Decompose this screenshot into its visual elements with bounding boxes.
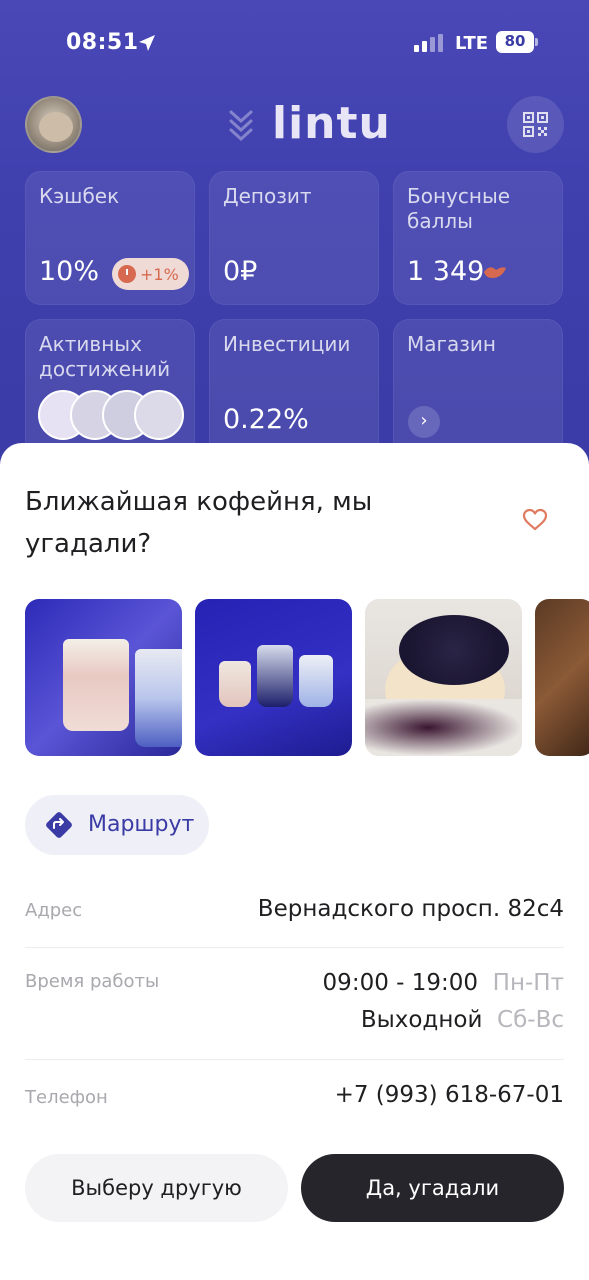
chevron-right-icon[interactable]: ›	[408, 406, 440, 438]
hours-weekday: 09:00 - 19:00 Пн-Пт	[323, 970, 564, 996]
sheet-title: Ближайшая кофейня, мы угадали?	[25, 487, 373, 559]
tile-shop-label: Магазин	[407, 332, 496, 356]
tile-achievements-label: Активных достижений	[39, 332, 171, 381]
hours-weekday-days: Пн-Пт	[492, 970, 564, 996]
cafe-photo[interactable]	[25, 599, 182, 756]
tile-investments[interactable]: Инвестиции 0.22%	[209, 319, 379, 459]
tile-bonus-label: Бонусные баллы	[407, 184, 511, 233]
address-label: Адрес	[25, 900, 83, 921]
network-type: LTE	[455, 33, 489, 54]
battery-icon: 80	[496, 31, 538, 55]
status-bar: 08:51 LTE 80	[0, 0, 589, 88]
achievement-badge	[134, 390, 184, 440]
cafe-photo[interactable]	[365, 599, 522, 756]
tile-bonus[interactable]: Бонусные баллы 1 349	[393, 171, 563, 305]
tile-deposit-value: 0₽	[223, 256, 258, 287]
hours-weekday-time: 09:00 - 19:00	[322, 970, 479, 996]
tile-investments-label: Инвестиции	[223, 332, 351, 356]
bonus-coin-icon	[484, 267, 506, 278]
heart-icon[interactable]	[522, 508, 548, 532]
tile-bonus-value: 1 349	[407, 256, 485, 287]
choose-other-button[interactable]: Выберу другую	[25, 1154, 288, 1222]
phone-label: Телефон	[25, 1087, 108, 1108]
tile-cashback-label: Кэшбек	[39, 184, 120, 208]
cashback-bonus-badge: +1%	[112, 258, 189, 290]
cashback-bonus-value: +1%	[140, 264, 179, 284]
qr-button[interactable]	[507, 96, 564, 153]
battery-level: 80	[504, 32, 526, 50]
route-button[interactable]: Маршрут	[25, 795, 209, 855]
hours-weekend-days: Сб-Вс	[497, 1007, 564, 1033]
app-logo: lintu	[272, 98, 391, 149]
tile-investments-value: 0.22%	[223, 404, 309, 435]
achievement-badges	[38, 390, 188, 442]
tile-cashback-value: 10%	[39, 256, 100, 287]
qr-code-icon	[523, 112, 548, 137]
avatar[interactable]	[25, 96, 82, 153]
confirm-button[interactable]: Да, угадали	[301, 1154, 564, 1222]
status-time: 08:51	[66, 30, 139, 55]
hours-weekend: Выходной Сб-Вс	[361, 1007, 564, 1033]
route-button-label: Маршрут	[88, 812, 195, 837]
route-icon	[46, 812, 72, 838]
tile-deposit-label: Депозит	[223, 184, 312, 208]
hours-label: Время работы	[25, 971, 160, 992]
tile-shop[interactable]: Магазин ›	[393, 319, 563, 459]
tile-achievements[interactable]: Активных достижений	[25, 319, 195, 459]
cafe-photo[interactable]	[535, 599, 589, 756]
hours-weekend-time: Выходной	[360, 1007, 483, 1033]
address-value: Вернадского просп. 82с4	[257, 896, 564, 922]
tile-deposit[interactable]: Депозит 0₽	[209, 171, 379, 305]
chevron-down-icon[interactable]	[228, 108, 254, 142]
tile-cashback[interactable]: Кэшбек 10% +1%	[25, 171, 195, 305]
signal-icon	[414, 34, 443, 52]
divider	[25, 947, 564, 948]
location-arrow-icon	[139, 35, 155, 51]
divider	[25, 1059, 564, 1060]
clock-icon	[118, 265, 136, 283]
cafe-photo[interactable]	[195, 599, 352, 756]
phone-value[interactable]: +7 (993) 618-67-01	[335, 1082, 564, 1108]
